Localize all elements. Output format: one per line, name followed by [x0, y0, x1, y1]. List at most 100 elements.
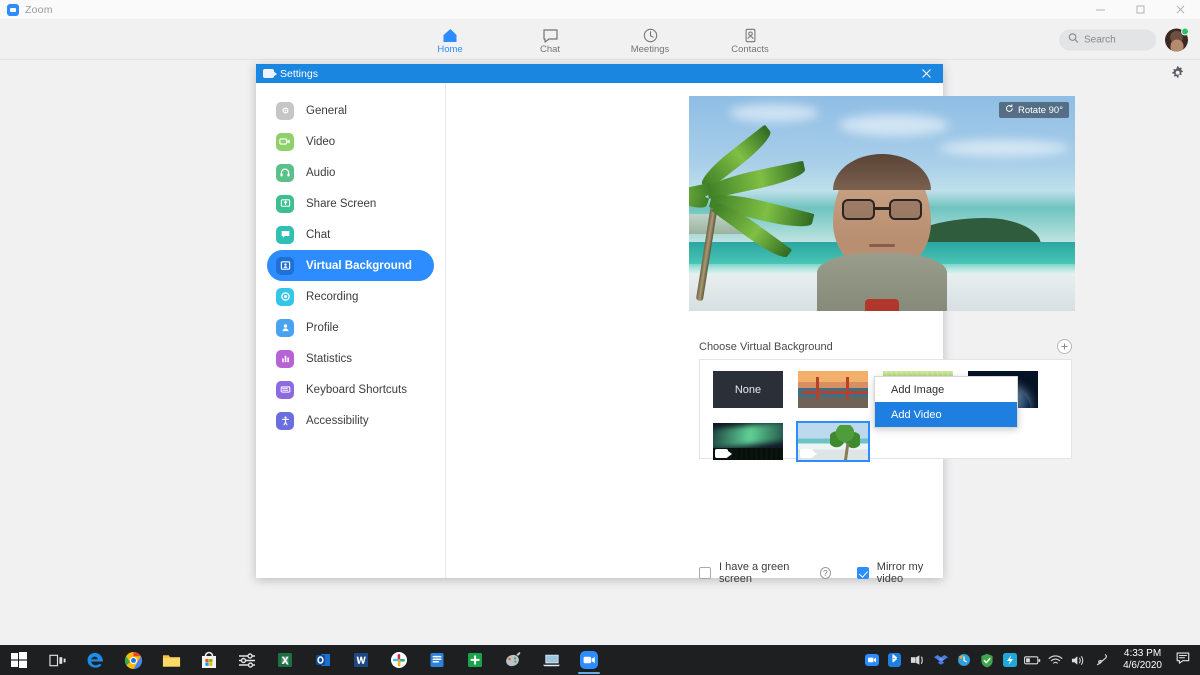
- action-center-icon: [1176, 651, 1191, 670]
- search-placeholder: Search: [1084, 34, 1116, 45]
- bar-chart-icon: [276, 349, 294, 368]
- settings-gear-button[interactable]: [1166, 64, 1188, 86]
- sidebar-item-profile[interactable]: Profile: [267, 312, 434, 343]
- maximize-button[interactable]: [1120, 0, 1160, 19]
- taskbar-excel[interactable]: [266, 645, 304, 675]
- green-screen-option[interactable]: I have a green screen ?: [699, 561, 831, 585]
- main-navigation-bar: Home Chat Meetings Contacts Search: [0, 20, 1200, 60]
- taskbar-clock[interactable]: 4:33 PM 4/6/2020: [1113, 648, 1170, 672]
- sidebar-item-audio[interactable]: Audio: [267, 157, 434, 188]
- sidebar-item-recording-label: Recording: [306, 290, 359, 303]
- sidebar-item-keyboard-shortcuts-label: Keyboard Shortcuts: [306, 383, 408, 396]
- taskbar-paint[interactable]: [494, 645, 532, 675]
- system-tray: 4:33 PM 4/6/2020: [860, 645, 1200, 675]
- search-input[interactable]: Search: [1059, 29, 1156, 50]
- tray-app-icon[interactable]: [998, 645, 1021, 675]
- sidebar-item-general[interactable]: General: [267, 95, 434, 126]
- tray-zoom-icon[interactable]: [860, 645, 883, 675]
- video-badge-icon: [715, 449, 732, 458]
- nav-tab-contacts-label: Contacts: [731, 43, 769, 55]
- tray-battery-icon[interactable]: [1021, 645, 1044, 675]
- settings-titlebar: Settings: [256, 64, 943, 83]
- tray-security-icon[interactable]: [975, 645, 998, 675]
- window-titlebar: Zoom: [0, 0, 1200, 20]
- nav-tab-contacts[interactable]: Contacts: [726, 25, 774, 55]
- settings-main-panel: Rotate 90° Choose Virtual Background Non…: [446, 83, 1075, 585]
- search-area: Search: [1059, 29, 1156, 50]
- thumbnail-golden-gate-bridge[interactable]: [796, 369, 870, 410]
- green-screen-checkbox[interactable]: [699, 567, 711, 579]
- settings-sidebar: General Video Audio Share Screen Chat Vi…: [256, 83, 446, 578]
- window-controls: [1080, 0, 1200, 19]
- thumbnail-aurora-video[interactable]: [711, 421, 785, 462]
- mirror-video-option[interactable]: Mirror my video: [856, 561, 943, 585]
- gear-icon: [1170, 65, 1185, 85]
- rotate-90-button[interactable]: Rotate 90°: [999, 102, 1069, 118]
- settings-close-button[interactable]: [909, 64, 943, 83]
- sidebar-item-statistics-label: Statistics: [306, 352, 353, 365]
- taskbar-chrome[interactable]: [114, 645, 152, 675]
- taskbar-slack[interactable]: [380, 645, 418, 675]
- avatar-wrapper[interactable]: [1165, 27, 1189, 51]
- taskbar-docs[interactable]: [418, 645, 456, 675]
- taskbar-outlook[interactable]: [304, 645, 342, 675]
- chat-bubble-icon: [542, 25, 559, 43]
- sidebar-item-accessibility[interactable]: Accessibility: [267, 405, 434, 436]
- close-button[interactable]: [1160, 0, 1200, 19]
- sidebar-item-statistics[interactable]: Statistics: [267, 343, 434, 374]
- thumbnail-beach-palm-video[interactable]: [796, 421, 870, 462]
- share-screen-icon: [276, 194, 294, 213]
- contact-card-icon: [742, 25, 759, 43]
- tray-bluetooth-icon[interactable]: [883, 645, 906, 675]
- thumbnail-none[interactable]: None: [711, 369, 785, 410]
- sidebar-item-recording[interactable]: Recording: [267, 281, 434, 312]
- taskbar-settings-app[interactable]: [228, 645, 266, 675]
- tray-dropbox-icon[interactable]: [929, 645, 952, 675]
- background-options-row: I have a green screen ? Mirror my video: [699, 561, 943, 585]
- nav-tab-meetings-label: Meetings: [630, 43, 670, 55]
- sidebar-item-virtual-background-label: Virtual Background: [306, 259, 412, 272]
- context-menu-item-add-image[interactable]: Add Image: [875, 377, 1017, 402]
- thumbnail-none-label: None: [734, 383, 762, 396]
- context-menu-item-add-video[interactable]: Add Video: [875, 402, 1017, 427]
- nav-tab-meetings[interactable]: Meetings: [626, 25, 674, 55]
- nav-tab-home[interactable]: Home: [426, 25, 474, 55]
- task-view-button[interactable]: [38, 645, 76, 675]
- add-background-button[interactable]: [1057, 339, 1072, 354]
- tray-wifi-icon[interactable]: [1044, 645, 1067, 675]
- sidebar-item-keyboard-shortcuts[interactable]: Keyboard Shortcuts: [267, 374, 434, 405]
- tray-update-icon[interactable]: [952, 645, 975, 675]
- taskbar-zoom[interactable]: [570, 645, 608, 675]
- zoom-logo-icon: [7, 3, 19, 16]
- sidebar-item-video[interactable]: Video: [267, 126, 434, 157]
- action-center-button[interactable]: [1170, 645, 1196, 675]
- taskbar-remote-desktop[interactable]: [532, 645, 570, 675]
- sidebar-item-share-screen[interactable]: Share Screen: [267, 188, 434, 219]
- clock-time: 4:33 PM: [1123, 648, 1162, 659]
- sidebar-item-virtual-background[interactable]: Virtual Background: [267, 250, 434, 281]
- taskbar-file-explorer[interactable]: [152, 645, 190, 675]
- tray-volume-icon[interactable]: [1067, 645, 1090, 675]
- taskbar-microsoft-store[interactable]: [190, 645, 228, 675]
- sidebar-item-audio-label: Audio: [306, 166, 336, 179]
- chat-bubble-icon: [276, 225, 294, 244]
- taskbar-word[interactable]: [342, 645, 380, 675]
- tray-headset-icon[interactable]: [906, 645, 929, 675]
- nav-tab-chat-label: Chat: [539, 43, 561, 55]
- question-mark-icon[interactable]: ?: [820, 567, 831, 579]
- accessibility-icon: [276, 411, 294, 430]
- taskbar-edge[interactable]: [76, 645, 114, 675]
- start-button[interactable]: [0, 645, 38, 675]
- settings-body: General Video Audio Share Screen Chat Vi…: [256, 83, 1075, 585]
- windows-taskbar: 4:33 PM 4/6/2020: [0, 645, 1200, 675]
- nav-tab-home-label: Home: [437, 43, 463, 55]
- sidebar-item-video-label: Video: [306, 135, 336, 148]
- nav-tab-chat[interactable]: Chat: [526, 25, 574, 55]
- mirror-video-label: Mirror my video: [876, 561, 924, 585]
- taskbar-evernote[interactable]: [456, 645, 494, 675]
- mirror-video-checkbox[interactable]: [856, 567, 869, 579]
- minimize-button[interactable]: [1080, 0, 1120, 19]
- screen: Zoom Home Chat Meetings Contacts Search …: [0, 0, 1200, 675]
- tray-pen-icon[interactable]: [1090, 645, 1113, 675]
- sidebar-item-chat[interactable]: Chat: [267, 219, 434, 250]
